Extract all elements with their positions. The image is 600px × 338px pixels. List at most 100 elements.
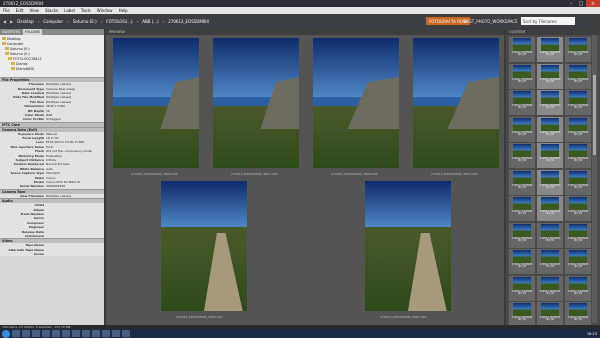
menu-window[interactable]: Window <box>97 8 113 13</box>
metadata-value[interactable]: [Multiple values] <box>46 91 71 95</box>
metadata-value[interactable]: Camera Raw image <box>46 87 75 91</box>
menu-tools[interactable]: Tools <box>81 8 91 13</box>
thumbnail[interactable]: 270612_EOS5DM III4_38 <box>509 37 535 62</box>
thumbnail[interactable]: 270612_EOS5DM III4_38 <box>565 37 591 62</box>
sort-dropdown[interactable]: Sort by Filename <box>521 17 575 25</box>
taskbar-app-icon[interactable] <box>12 330 20 337</box>
metadata-value[interactable]: 16.0 mm <box>46 136 59 140</box>
thumbnail[interactable]: 270612_EOS5DM III4_38 <box>537 63 563 89</box>
thumbnail[interactable]: 270612_EOS5DM III4_38 <box>537 275 563 301</box>
metadata-value[interactable]: Evaluative <box>46 154 62 158</box>
metadata-value[interactable]: [Multiple values] <box>46 95 71 99</box>
thumbnail[interactable]: 270612_EOS5DM III4_38 <box>509 275 535 301</box>
thumbnail[interactable]: 270612_EOS5DM III4_38 <box>565 143 591 168</box>
thumbnail[interactable]: 270612_EOS5DM III4_38 <box>537 249 563 274</box>
metadata-value[interactable]: Canon <box>46 176 56 180</box>
metadata-value[interactable]: 9999999999 <box>46 184 65 188</box>
taskbar-app-icon[interactable] <box>112 330 120 337</box>
thumbnail[interactable]: 270612_EOS5DM III4_38 <box>509 249 535 274</box>
metadata-value[interactable]: [Multiple values] <box>46 82 71 86</box>
taskbar-app-icon[interactable] <box>32 330 40 337</box>
taskbar-app-icon[interactable] <box>82 330 90 337</box>
folder-item[interactable]: Diario8650 <box>2 66 102 71</box>
metadata-value[interactable]: Did not fire, compulsory mode <box>46 149 92 153</box>
metadata-value[interactable]: [Multiple values] <box>46 100 71 104</box>
workspace-other-tab[interactable]: BEST_PHOTO_WORKSPACE <box>461 17 521 25</box>
thumbnail[interactable]: 270612_EOS5DM III4_38 <box>537 302 563 327</box>
preview-image[interactable] <box>213 38 299 168</box>
menu-label[interactable]: Label <box>64 8 75 13</box>
thumbnail[interactable]: 270612_EOS5DM III4_38 <box>565 63 591 89</box>
start-button[interactable] <box>2 329 10 338</box>
tab-favorites[interactable]: FAVORITES <box>2 30 20 34</box>
thumbnail[interactable]: 270612_EOS5DM III4_38 <box>537 169 563 195</box>
menu-stacks[interactable]: Stacks <box>45 8 58 13</box>
metadata-value[interactable]: [Multiple values] <box>46 194 71 198</box>
metadata-value[interactable]: RGB <box>46 113 52 117</box>
breadcrumb-computer[interactable]: Computer <box>43 19 63 24</box>
metadata-value[interactable]: Manual <box>46 132 57 136</box>
metadata-value[interactable]: Infinity <box>46 158 56 162</box>
menu-edit[interactable]: Edit <box>16 8 24 13</box>
metadata-value[interactable]: Auto <box>46 167 53 171</box>
thumbnail[interactable]: 270612_EOS5DM III4_38 <box>565 275 591 301</box>
breadcrumb-fotolog[interactable]: FOTOLOG(...) <box>106 19 132 24</box>
maximize-button[interactable]: □ <box>576 0 586 7</box>
metadata-value[interactable]: 16 <box>46 109 50 113</box>
thumbnail[interactable]: 270612_EOS5DM III4_38 <box>565 116 591 142</box>
thumbnail[interactable]: 270612_EOS5DM III4_38 <box>537 37 563 62</box>
metadata-value[interactable]: Standard <box>46 171 60 175</box>
thumbnail[interactable]: 270612_EOS5DM III4_38 <box>509 302 535 327</box>
metadata-value[interactable]: Untagged <box>46 117 61 121</box>
preview-image[interactable] <box>365 181 451 311</box>
thumbnail[interactable]: 270612_EOS5DM III4_38 <box>537 143 563 168</box>
thumbnail[interactable]: 270612_EOS5DM III4_38 <box>509 116 535 142</box>
taskbar-app-icon[interactable] <box>52 330 60 337</box>
taskbar-app-icon[interactable] <box>102 330 110 337</box>
preview-image[interactable] <box>113 38 199 168</box>
close-button[interactable]: × <box>586 0 600 7</box>
metadata-value[interactable]: f/2.8 <box>46 145 53 149</box>
taskbar-app-icon[interactable] <box>122 330 130 337</box>
back-icon[interactable]: ◀ <box>3 19 6 24</box>
metadata-value[interactable]: Normal Process <box>46 162 69 166</box>
taskbar-app-icon[interactable] <box>72 330 80 337</box>
thumbnail[interactable]: 270612_EOS5DM III4_38 <box>537 196 563 221</box>
metadata-value[interactable]: Canon EOS 5D Mark III <box>46 180 80 184</box>
forward-icon[interactable]: ▶ <box>10 19 13 24</box>
breadcrumb-desktop[interactable]: Desktop <box>17 19 34 24</box>
thumbnail[interactable]: 270612_EOS5DM III4_38 <box>565 249 591 274</box>
taskbar-app-icon[interactable] <box>62 330 70 337</box>
thumbnail[interactable]: 270612_EOS5DM III4_38 <box>565 222 591 248</box>
preview-image[interactable] <box>313 38 399 168</box>
thumbnail[interactable]: 270612_EOS5DM III4_38 <box>509 222 535 248</box>
thumbnail[interactable]: 270612_EOS5DM III4_38 <box>565 169 591 195</box>
thumbnail[interactable]: 270612_EOS5DM III4_38 <box>565 196 591 221</box>
tab-folders[interactable]: FOLDERS <box>22 29 43 35</box>
taskbar-app-icon[interactable] <box>92 330 100 337</box>
preview-image[interactable] <box>413 38 499 168</box>
thumbnail[interactable]: 270612_EOS5DM III4_38 <box>537 90 563 115</box>
taskbar-app-icon[interactable] <box>42 330 50 337</box>
metadata-value[interactable]: EF16-35mm f/2.8L II USM <box>46 140 84 144</box>
thumbnail[interactable]: 270612_EOS5DM III4_38 <box>509 143 535 168</box>
thumbnail[interactable]: 270612_EOS5DM III4_38 <box>509 90 535 115</box>
minimize-button[interactable]: – <box>566 0 576 7</box>
taskbar-app-icon[interactable] <box>22 330 30 337</box>
thumbnail[interactable]: 270612_EOS5DM III4_38 <box>509 169 535 195</box>
metadata-value[interactable]: 3840 x 5760 <box>46 104 65 108</box>
menu-help[interactable]: Help <box>119 8 128 13</box>
content-scrollbar[interactable] <box>592 35 597 323</box>
menu-file[interactable]: File <box>3 8 10 13</box>
breadcrumb-abb[interactable]: ABB (...) <box>142 19 158 24</box>
thumbnail[interactable]: 270612_EOS5DM III4_38 <box>537 222 563 248</box>
breadcrumb-current[interactable]: 270612_EOS5DMIII4 <box>168 19 209 24</box>
thumbnail[interactable]: 270612_EOS5DM III4_38 <box>565 302 591 327</box>
thumbnail[interactable]: 270612_EOS5DM III4_38 <box>537 116 563 142</box>
menu-view[interactable]: View <box>29 8 39 13</box>
thumbnail[interactable]: 270612_EOS5DM III4_38 <box>509 196 535 221</box>
preview-image[interactable] <box>161 181 247 311</box>
thumbnail[interactable]: 270612_EOS5DM III4_38 <box>509 63 535 89</box>
thumbnail[interactable]: 270612_EOS5DM III4_38 <box>565 90 591 115</box>
scrollbar-thumb[interactable] <box>593 75 596 155</box>
